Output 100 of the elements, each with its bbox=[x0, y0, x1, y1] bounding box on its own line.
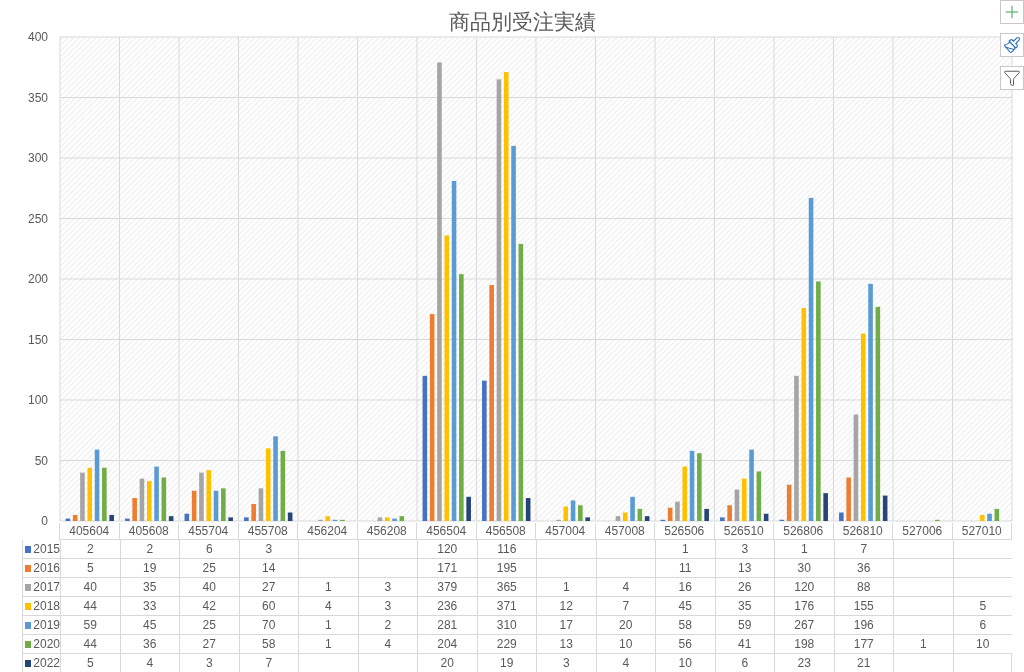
axis-label: 200 bbox=[27, 272, 48, 286]
table-cell: 379 bbox=[417, 578, 477, 597]
table-cell: 16 bbox=[655, 578, 715, 597]
bar bbox=[199, 472, 204, 521]
table-cell bbox=[952, 559, 1012, 578]
table-cell: 44 bbox=[60, 597, 120, 616]
table-cell: 33 bbox=[119, 597, 179, 616]
table-cell: 1 bbox=[298, 635, 358, 654]
category-label: 455708 bbox=[237, 523, 298, 540]
legend-label: 2016 bbox=[33, 560, 60, 576]
table-cell: 27 bbox=[179, 635, 239, 654]
table-cell: 21 bbox=[833, 654, 893, 672]
bar bbox=[251, 504, 256, 521]
bar bbox=[749, 449, 754, 521]
table-cell: 17 bbox=[536, 616, 596, 635]
table-cell: 10 bbox=[952, 635, 1012, 654]
bar bbox=[675, 501, 680, 521]
table-cell: 36 bbox=[833, 559, 893, 578]
table-cell: 11 bbox=[655, 559, 715, 578]
chart-title: 商品別受注実績 bbox=[448, 9, 596, 36]
category-label: 456504 bbox=[416, 523, 477, 540]
table-cell: 365 bbox=[476, 578, 536, 597]
bar bbox=[720, 517, 725, 521]
table-cell: 26 bbox=[714, 578, 774, 597]
table-cell: 5 bbox=[60, 559, 120, 578]
table-cell: 10 bbox=[595, 635, 655, 654]
table-cell: 1 bbox=[536, 578, 596, 597]
table-cell bbox=[357, 559, 417, 578]
table-cell: 176 bbox=[774, 597, 834, 616]
category-label: 457008 bbox=[594, 523, 655, 540]
table-cell bbox=[298, 559, 358, 578]
table-cell: 198 bbox=[774, 635, 834, 654]
table-cell: 236 bbox=[417, 597, 477, 616]
axis-label: 250 bbox=[27, 211, 48, 226]
bar bbox=[994, 508, 1000, 521]
category-label: 526506 bbox=[654, 523, 715, 540]
table-cell: 45 bbox=[119, 616, 179, 635]
axis-label: 350 bbox=[27, 90, 48, 105]
table-cell: 44 bbox=[60, 635, 120, 654]
table-cell bbox=[952, 578, 1012, 597]
table-cell: 59 bbox=[714, 616, 774, 635]
bar bbox=[466, 496, 471, 521]
table-cell: 10 bbox=[655, 654, 715, 672]
table-cell: 155 bbox=[833, 597, 893, 616]
legend-label: 2015 bbox=[33, 541, 60, 557]
table-cell: 35 bbox=[119, 578, 179, 597]
category-label: 405608 bbox=[118, 523, 179, 540]
table-cell: 4 bbox=[595, 578, 655, 597]
table-cell bbox=[893, 578, 953, 597]
table-cell: 30 bbox=[774, 559, 834, 578]
table-cell: 45 bbox=[655, 597, 715, 616]
table-cell: 2 bbox=[357, 616, 417, 635]
chart-filter-button[interactable] bbox=[1000, 66, 1024, 90]
table-cell: 196 bbox=[833, 616, 893, 635]
table-cell bbox=[893, 616, 953, 635]
brush-icon bbox=[1003, 36, 1021, 54]
table-cell: 3 bbox=[536, 654, 596, 672]
chart-style-button[interactable] bbox=[1000, 33, 1024, 57]
category-label: 456208 bbox=[356, 523, 417, 540]
table-cell: 1 bbox=[893, 635, 953, 654]
axis-label: 50 bbox=[34, 453, 48, 468]
axis-label: 300 bbox=[27, 151, 48, 165]
table-cell bbox=[357, 540, 417, 559]
category-label: 455704 bbox=[178, 523, 239, 540]
table-cell: 58 bbox=[655, 616, 715, 635]
table-cell: 20 bbox=[595, 616, 655, 635]
bar bbox=[125, 518, 130, 521]
table-cell: 310 bbox=[476, 616, 536, 635]
table-cell: 13 bbox=[714, 559, 774, 578]
table-cell: 6 bbox=[952, 616, 1012, 635]
category-label: 527010 bbox=[951, 523, 1012, 540]
legend-label: 2020 bbox=[33, 636, 60, 652]
table-cell bbox=[952, 540, 1012, 559]
legend-label: 2022 bbox=[33, 655, 60, 671]
table-cell: 19 bbox=[119, 559, 179, 578]
table-cell bbox=[952, 654, 1012, 672]
table-cell: 3 bbox=[179, 654, 239, 672]
table-cell: 4 bbox=[119, 654, 179, 672]
category-label: 457004 bbox=[535, 523, 596, 540]
table-cell: 2 bbox=[119, 540, 179, 559]
table-cell: 59 bbox=[60, 616, 120, 635]
axis-label: 400 bbox=[27, 30, 48, 44]
table-cell: 229 bbox=[476, 635, 536, 654]
category-label: 456508 bbox=[475, 523, 536, 540]
table-cell: 3 bbox=[357, 597, 417, 616]
table-cell bbox=[536, 540, 596, 559]
table-cell: 7 bbox=[833, 540, 893, 559]
table-cell: 7 bbox=[595, 597, 655, 616]
table-cell bbox=[595, 559, 655, 578]
table-cell: 40 bbox=[60, 578, 120, 597]
bar bbox=[630, 496, 635, 521]
category-label: 527006 bbox=[892, 523, 953, 540]
table-cell: 120 bbox=[774, 578, 834, 597]
table-cell: 56 bbox=[655, 635, 715, 654]
table-cell: 60 bbox=[238, 597, 298, 616]
table-cell: 23 bbox=[774, 654, 834, 672]
table-cell: 171 bbox=[417, 559, 477, 578]
category-label: 526510 bbox=[713, 523, 774, 540]
bar bbox=[80, 472, 85, 521]
bar bbox=[154, 466, 159, 521]
